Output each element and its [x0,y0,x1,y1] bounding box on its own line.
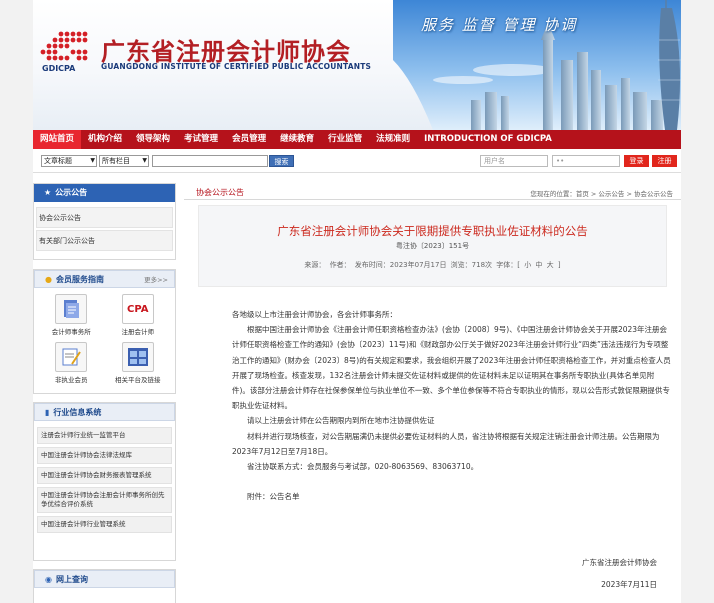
article-meta: 来源： 作者： 发布时间：2023年07月17日 浏览：718次 字体：[ 小 … [304,261,561,269]
service-label: 非执业会员 [55,376,88,384]
keyword-input[interactable] [152,155,268,167]
paragraph: 请以上注册会计师在公告期限内到所在地市注协提供佐证 [247,416,435,426]
paragraph: 根据中国注册会计师协会《注册会计师任职资格检查办法》(会协〔2008〕9号)、《… [232,325,671,411]
industry-link[interactable]: 注册会计师行业统一监管平台 [37,427,172,444]
register-button[interactable]: 注册 [652,155,677,167]
industry-panel: ▮ 行业信息系统 注册会计师行业统一监管平台 中国注册会计师协会法律法规库 中国注… [33,402,176,561]
service-cpa[interactable]: CPA 注册会计师 [105,294,172,342]
password-input[interactable]: •• [552,155,620,167]
search-icon: ◉ [45,575,52,584]
logo-abbreviation: GDICPA [42,64,76,73]
signature-date: 2023年7月11日 [601,580,657,589]
sidebar-link-association-announce[interactable]: 协会公示公告 [36,207,173,228]
chevron-down-icon: ▼ [142,157,147,164]
nav-item-1[interactable]: 机构介绍 [81,130,129,149]
cpa-badge-icon: CPA [121,294,154,324]
service-platforms[interactable]: 相关平台及链接 [105,342,172,390]
main-nav: 网站首页 机构介绍 领导架构 考试管理 会员管理 继续教育 行业监管 法规准则 INTRODUC… [33,130,681,149]
query-panel: ◉ 网上查询 [33,569,176,603]
grid-window-icon [121,342,154,372]
service-firms[interactable]: 会计师事务所 [38,294,105,342]
industry-header: ▮ 行业信息系统 [34,403,175,421]
industry-title: 行业信息系统 [53,408,102,417]
username-input[interactable]: 用户名 [480,155,548,167]
nav-item-8[interactable]: INTRODUCTION OF GDICPA [417,130,559,149]
industry-link[interactable]: 中国注册会计师协会法律法规库 [37,447,172,464]
signature-org: 广东省注册会计师协会 [582,558,657,567]
article-title: 广东省注册会计师协会关于限期提供专职执业佐证材料的公告 [277,224,588,238]
search-button[interactable]: 搜索 [269,155,294,167]
industry-link[interactable]: 中国注册会计师协会注册会计师事务所创先争优综合评价系统 [37,487,172,513]
login-button[interactable]: 登录 [624,155,649,167]
contact-info: 省注协联系方式：会员服务与考试部，020-8063569、83063710。 [247,462,479,472]
service-header: ● 会员服务指南 更多>> [34,270,175,288]
announce-title: 公示公告 [55,188,88,197]
query-title: 网上查询 [55,575,88,584]
nav-item-0[interactable]: 网站首页 [33,130,82,149]
industry-link[interactable]: 中国注册会计师行业管理系统 [37,516,172,533]
field-select-value: 文章标题 [44,157,72,165]
document-number: 粤注协〔2023〕151号 [395,242,470,250]
nav-item-7[interactable]: 法规准则 [369,130,417,149]
sidebar: ★ 公示公告 协会公示公告 有关部门公示公告 ● 会员服务指南 更多>> 会计师事务所… [33,183,176,603]
paragraph: 材料并进行现场核查，对公告期届满仍未提供必要佐证材料的人员，省注协将根据有关规定… [232,431,660,456]
article-body: 各地级以上市注册会计师协会，各会计师事务所： 根据中国注册会计师协会《注册会计师… [232,307,672,504]
column-select[interactable]: 所有栏目 ▼ [99,155,149,167]
slogan: 服务 监督 管理 协调 [421,16,578,34]
section-title: 协会公示公告 [196,188,244,197]
query-header: ◉ 网上查询 [34,570,175,588]
announce-panel: ★ 公示公告 协会公示公告 有关部门公示公告 [33,183,176,260]
search-bar: 文章标题 ▼ 所有栏目 ▼ 搜索 用户名 •• 登录 注册 [33,151,681,173]
monitor-icon: ▮ [45,408,50,417]
nav-item-5[interactable]: 继续教育 [273,130,321,149]
page: GDICPA 广东省注册会计师协会 GUANGDONG INSTITUTE OF… [33,0,681,603]
field-select[interactable]: 文章标题 ▼ [41,155,97,167]
site-header: GDICPA 广东省注册会计师协会 GUANGDONG INSTITUTE OF… [33,0,681,130]
star-icon: ★ [44,188,52,197]
service-title: 会员服务指南 [55,275,104,284]
nav-item-6[interactable]: 行业监管 [321,130,369,149]
service-more-link[interactable]: 更多>> [144,271,168,289]
service-label: 会计师事务所 [51,328,91,336]
nav-item-2[interactable]: 领导架构 [129,130,177,149]
service-nonpracticing[interactable]: 非执业会员 [38,342,105,390]
article-header: 广东省注册会计师协会关于限期提供专职执业佐证材料的公告 粤注协〔2023〕151… [198,205,667,287]
lightbulb-icon: ● [45,275,52,284]
nav-item-3[interactable]: 考试管理 [177,130,225,149]
certificate-pen-icon [55,342,88,372]
chevron-down-icon: ▼ [90,157,95,164]
service-label: 注册会计师 [121,328,155,336]
breadcrumb[interactable]: 您现在的位置：首页 > 公示公告 > 协会公示公告 [530,188,673,198]
attachment-link[interactable]: 附件：公告名单 [232,489,672,504]
document-stack-icon [55,294,88,324]
salutation: 各地级以上市注册会计师协会，各会计师事务所： [232,310,397,319]
section-bar: 协会公示公告 您现在的位置：首页 > 公示公告 > 协会公示公告 [184,183,681,200]
main-content: 协会公示公告 您现在的位置：首页 > 公示公告 > 协会公示公告 广东省注册会计… [184,183,681,603]
service-panel: ● 会员服务指南 更多>> 会计师事务所 CPA 注册会计师 非执业会员 相关平台及… [33,269,176,394]
sidebar-link-department-announce[interactable]: 有关部门公示公告 [36,230,173,251]
column-select-value: 所有栏目 [102,157,130,165]
nav-item-4[interactable]: 会员管理 [225,130,273,149]
org-name-en: GUANGDONG INSTITUTE OF CERTIFIED PUBLIC … [101,62,372,71]
service-label: 相关平台及链接 [115,376,161,384]
industry-link[interactable]: 中国注册会计师协会财务报表管理系统 [37,467,172,484]
announce-header: ★ 公示公告 [34,184,175,202]
